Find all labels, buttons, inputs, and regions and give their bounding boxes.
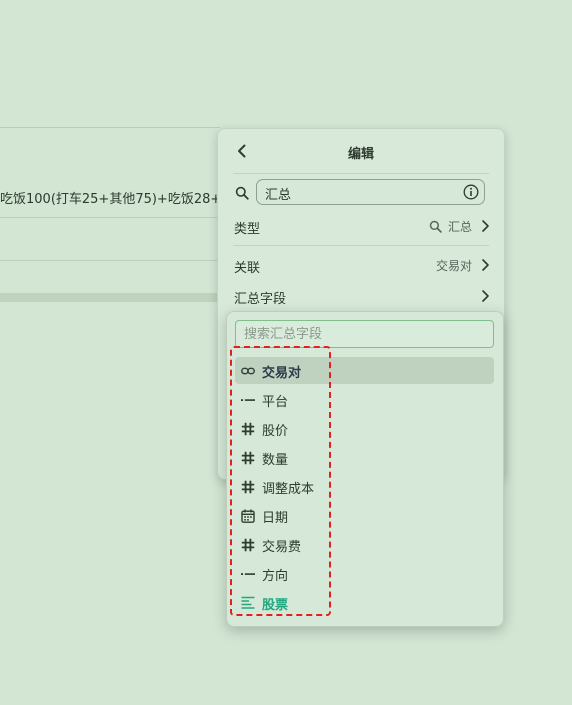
background-cell-text: 吃饭100(打车25+其他75)+吃饭28+1 <box>0 183 230 218</box>
dropdown-item-label: 股价 <box>262 424 289 439</box>
search-icon <box>235 186 249 200</box>
dropdown-item-label: 数量 <box>262 453 289 468</box>
divider <box>233 245 489 246</box>
number-icon <box>241 451 255 465</box>
dropdown-item-交易对[interactable]: 交易对 <box>235 357 494 384</box>
dropdown-item-调整成本[interactable]: 调整成本 <box>235 473 494 500</box>
link-icon <box>241 367 255 375</box>
dropdown-item-label: 日期 <box>262 511 289 526</box>
dropdown-item-label: 方向 <box>262 569 289 584</box>
text-field-icon <box>241 573 255 575</box>
type-row[interactable]: 类型 汇总 <box>234 215 490 237</box>
calendar-icon <box>241 509 255 523</box>
background-divider <box>0 260 225 261</box>
aggregate-field-label: 汇总字段 <box>234 292 287 307</box>
dropdown-item-label: 交易费 <box>262 540 302 555</box>
dropdown-item-日期[interactable]: 日期 <box>235 502 494 529</box>
dropdown-item-交易费[interactable]: 交易费 <box>235 531 494 558</box>
chevron-right-icon <box>482 290 489 302</box>
link-label: 关联 <box>234 261 261 276</box>
type-value: 汇总 <box>429 218 472 235</box>
panel-header: 编辑 <box>218 129 504 173</box>
background-band <box>0 293 225 302</box>
info-icon[interactable] <box>463 184 479 200</box>
number-icon <box>241 480 255 494</box>
text-field-icon <box>241 399 255 401</box>
number-icon <box>241 422 255 436</box>
property-search-input[interactable]: 汇总 <box>256 179 485 205</box>
dropdown-item-股价[interactable]: 股价 <box>235 415 494 442</box>
link-row[interactable]: 关联 交易对 <box>234 254 490 276</box>
type-value-text: 汇总 <box>447 220 472 234</box>
search-icon <box>429 220 442 233</box>
link-value: 交易对 <box>435 259 472 273</box>
dropdown-item-平台[interactable]: 平台 <box>235 386 494 413</box>
search-input-value: 汇总 <box>265 188 292 203</box>
background-divider <box>0 127 220 128</box>
type-label: 类型 <box>234 222 261 237</box>
divider <box>233 173 489 174</box>
dropdown-item-方向[interactable]: 方向 <box>235 560 494 587</box>
dropdown-item-label: 交易对 <box>262 366 302 381</box>
chevron-right-icon <box>482 220 489 232</box>
dropdown-item-label: 平台 <box>262 395 289 410</box>
field-dropdown: 交易对 平台 股价 数量 调整成本 日期 <box>226 311 504 627</box>
chevron-right-icon <box>482 259 489 271</box>
field-search-input[interactable] <box>235 320 494 348</box>
dropdown-item-数量[interactable]: 数量 <box>235 444 494 471</box>
aggregate-field-row[interactable]: 汇总字段 <box>234 285 490 307</box>
dropdown-item-label: 股票 <box>262 598 289 613</box>
dropdown-item-股票[interactable]: 股票 <box>235 589 494 616</box>
title-field-icon <box>241 596 255 609</box>
panel-title: 编辑 <box>347 147 374 162</box>
dropdown-item-label: 调整成本 <box>262 482 315 497</box>
number-icon <box>241 538 255 552</box>
